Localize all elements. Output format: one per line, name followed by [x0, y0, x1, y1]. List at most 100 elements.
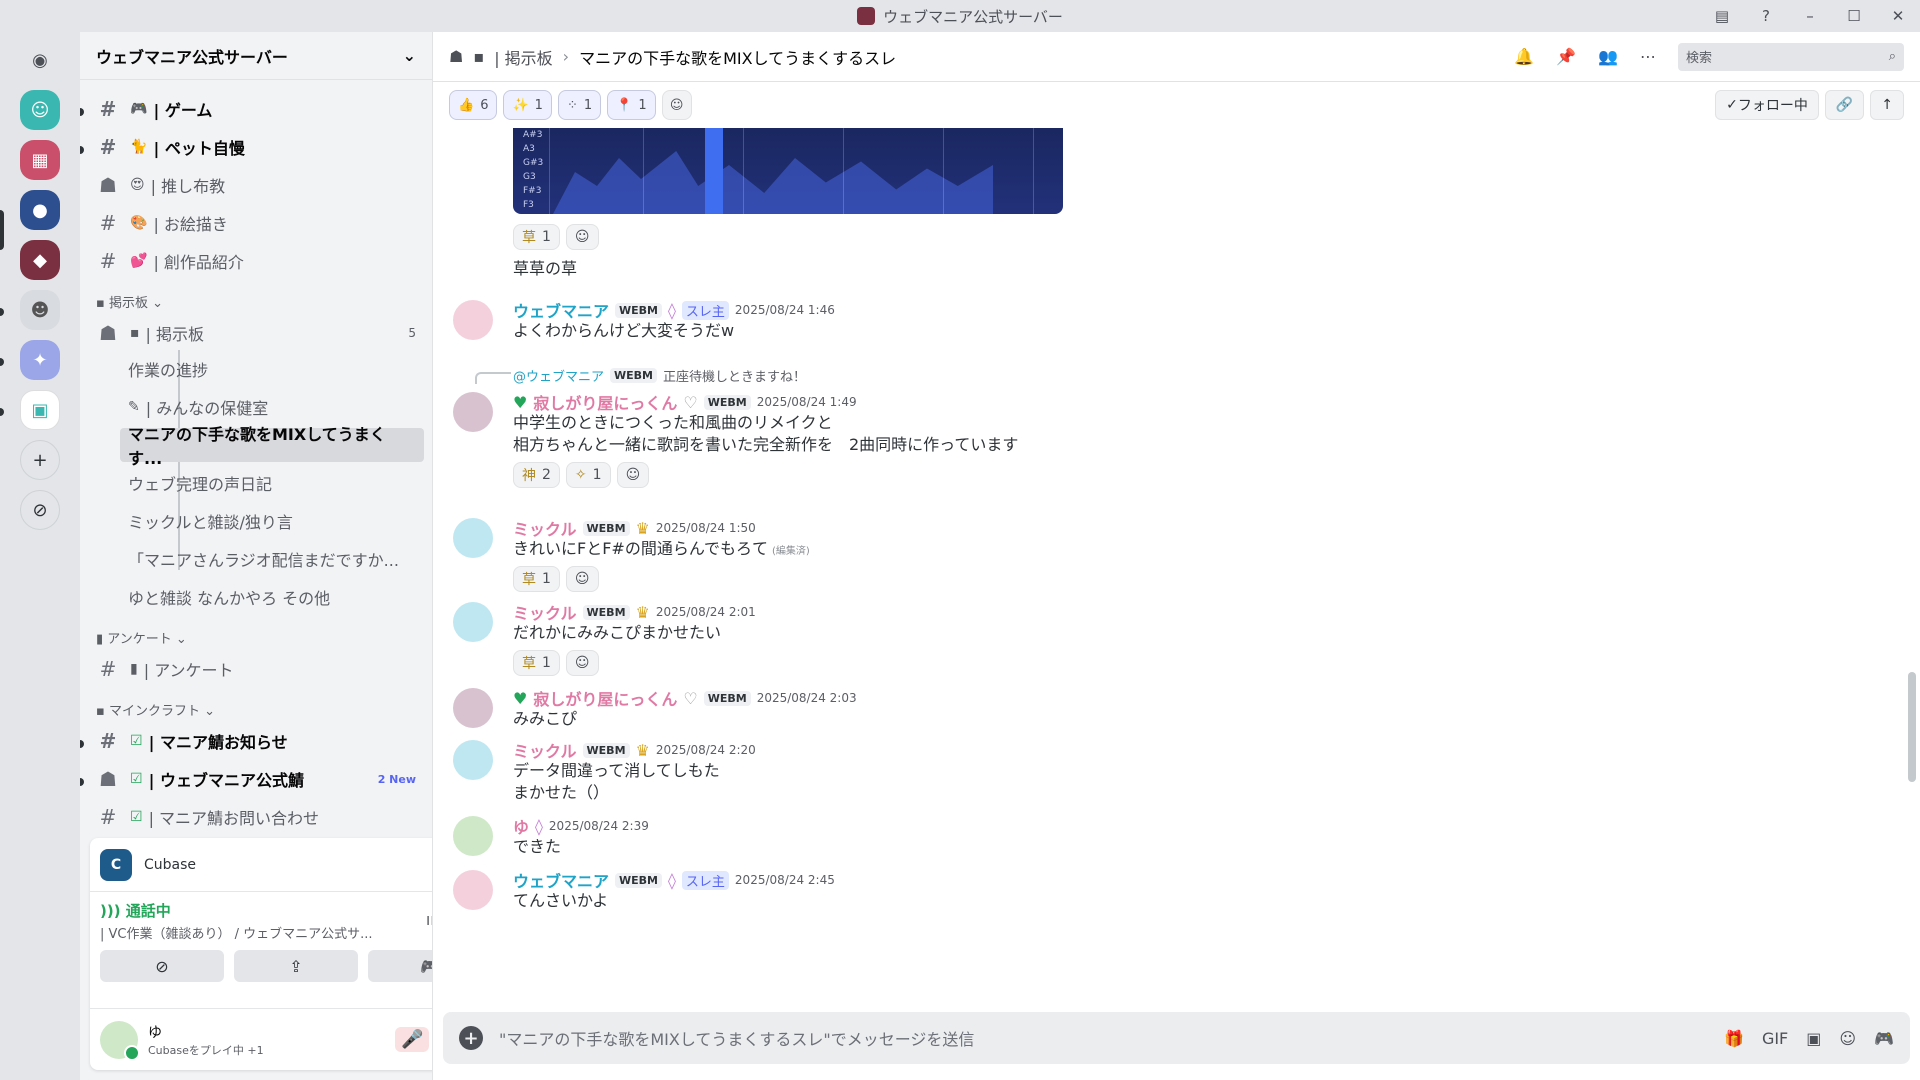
reaction-dice[interactable]: ⁘ 1	[557, 90, 602, 120]
author-name[interactable]: 寂しがり屋にっくん	[533, 390, 677, 414]
server-icon-5[interactable]: ☻	[20, 290, 60, 330]
gif-icon[interactable]: GIF	[1762, 1029, 1788, 1048]
add-reaction-icon[interactable]: ☺	[661, 90, 692, 120]
checkbox-icon: ☑	[130, 771, 143, 787]
avatar[interactable]	[100, 1020, 140, 1061]
channel-mc-official[interactable]: ☗ ☑ | ウェブマニア公式鯖 2 New	[88, 762, 424, 796]
add-reaction-icon[interactable]: ☺	[616, 462, 650, 488]
reaction-wand[interactable]: ✨ 1	[503, 90, 552, 120]
pin-icon: 📍	[616, 97, 633, 113]
server-icon-7[interactable]: ▣	[20, 390, 60, 430]
thread-item[interactable]: ゆと雑談 なんかやろ その他	[120, 580, 424, 614]
add-attachment-icon[interactable]: +	[459, 1026, 483, 1050]
category-survey[interactable]: ▮ アンケート ⌄	[96, 628, 187, 647]
message-composer[interactable]: + "マニアの下手な歌をMIXしてうまくするスレ"でメッセージを送信 🎁 GIF…	[443, 1012, 1910, 1064]
channel-survey[interactable]: # ▮ | アンケート	[88, 652, 424, 686]
author-name[interactable]: ウェブマニア	[513, 298, 609, 322]
avatar[interactable]	[453, 518, 493, 558]
channel-works[interactable]: # 💕 | 創作品紹介	[88, 244, 424, 278]
thread-item[interactable]: 作業の進捗	[120, 352, 424, 386]
server-icon-1[interactable]: ☺	[20, 90, 60, 130]
thread-item[interactable]: ウェブ完理の声日記	[120, 466, 424, 500]
scroll-up-icon[interactable]: ↑	[1870, 90, 1904, 120]
server-icon-webmania[interactable]: ◆	[20, 240, 60, 280]
channel-mc-news[interactable]: # ☑ | マニア鯖お知らせ	[88, 724, 424, 758]
avatar[interactable]	[453, 740, 493, 780]
emoji-icon[interactable]: ☺	[1839, 1029, 1856, 1048]
author-name[interactable]: ミックル	[513, 516, 577, 540]
timestamp: 2025/08/24 2:45	[734, 873, 835, 887]
discover-icon[interactable]: ⊘	[20, 490, 60, 530]
server-icon-2[interactable]: ▦	[20, 140, 60, 180]
add-reaction-icon[interactable]: ☺	[565, 566, 599, 592]
channel-game[interactable]: # 🎮 | ゲーム	[88, 92, 424, 126]
author-name[interactable]: ミックル	[513, 600, 577, 624]
reaction[interactable]: ✧ 1	[565, 462, 611, 488]
activities-icon[interactable]: 🎮	[1874, 1029, 1894, 1048]
discord-home-icon[interactable]: ◉	[20, 40, 60, 80]
avatar[interactable]	[453, 870, 493, 910]
reaction[interactable]: 神2	[513, 462, 560, 488]
category-minecraft[interactable]: ▪ マインクラフト ⌄	[96, 700, 215, 719]
gift-icon[interactable]: 🎁	[1724, 1029, 1744, 1048]
server-tag: WEBM	[582, 742, 630, 758]
reaction[interactable]: 草1	[513, 650, 560, 676]
thread-item-selected[interactable]: マニアの下手な歌をMIXしてうまくす...	[120, 425, 424, 468]
screen-share-button[interactable]: ⇪	[234, 950, 358, 982]
attached-image-pitch-chart[interactable]: A#3 A3 G#3 G3 F#3 F3	[513, 128, 1063, 214]
copy-link-icon[interactable]: 🔗	[1824, 90, 1865, 120]
add-server-icon[interactable]: +	[20, 440, 60, 480]
reaction[interactable]: 草1	[513, 566, 560, 592]
avatar[interactable]	[453, 392, 493, 432]
channel-mc-contact[interactable]: # ☑ | マニア鯖お問い合わせ	[88, 800, 424, 834]
thread-title: マニアの下手な歌をMIXしてうまくするスレ	[579, 48, 897, 68]
avatar[interactable]	[453, 300, 493, 340]
camera-off-button[interactable]: ⊘	[100, 950, 224, 982]
message-input[interactable]: "マニアの下手な歌をMIXしてうまくするスレ"でメッセージを送信	[499, 1026, 974, 1050]
reaction-pin[interactable]: 📍 1	[607, 90, 656, 120]
scrollbar[interactable]	[1908, 672, 1916, 782]
mute-icon[interactable]: 🎤	[395, 1027, 430, 1052]
reaction-thumbsup[interactable]: 👍 6	[449, 90, 498, 120]
avatar[interactable]	[453, 816, 493, 856]
channel-oshi[interactable]: ☗ 😍 | 推し布教	[88, 168, 424, 202]
maximize-button[interactable]: ☐	[1832, 7, 1876, 25]
author-name[interactable]: ミックル	[513, 738, 577, 762]
author-name[interactable]: 寂しがり屋にっくん	[533, 686, 677, 710]
breadcrumb-parent[interactable]: | 掲示板	[494, 45, 552, 69]
server-icon-3[interactable]: ●	[20, 190, 60, 230]
sticker-icon[interactable]: ▣	[1806, 1029, 1821, 1048]
server-icon-6[interactable]: ✦	[20, 340, 60, 380]
voice-channel-name[interactable]: | VC作業（雑談あり） / ウェブマニア公式サ...	[100, 923, 420, 942]
message-text: よくわからんけど大変そうだw	[513, 321, 735, 340]
search-input[interactable]: 検索 ⌕	[1678, 42, 1904, 71]
thread-item[interactable]: ミックルと雑談/独り言	[120, 504, 424, 538]
message-text: みみこぴ	[513, 709, 578, 728]
pin-icon[interactable]: 📌	[1556, 47, 1576, 66]
inbox-icon[interactable]: ▤	[1700, 7, 1744, 25]
server-header[interactable]: ウェブマニア公式サーバー ⌄	[80, 32, 432, 80]
heart-icon: ♥	[513, 688, 528, 708]
channel-drawing[interactable]: # 🎨 | お絵描き	[88, 206, 424, 240]
channel-pet[interactable]: # 🐈 | ペット自慢	[88, 130, 424, 164]
minimize-button[interactable]: –	[1788, 7, 1832, 25]
server-tag: WEBM	[703, 690, 751, 706]
follow-button[interactable]: ✓ フォロー中	[1715, 90, 1819, 120]
channel-board[interactable]: ☗ ▪ | 掲示板 5	[88, 316, 424, 350]
add-reaction-icon[interactable]: ☺	[565, 650, 599, 676]
close-button[interactable]: ✕	[1876, 7, 1920, 25]
reaction[interactable]: 草1	[513, 224, 560, 250]
avatar[interactable]	[453, 688, 493, 728]
more-icon[interactable]: ⋯	[1640, 47, 1656, 66]
thread-item[interactable]: ✎ | みんなの保健室	[120, 390, 424, 424]
author-name[interactable]: ゆ	[513, 814, 529, 838]
members-icon[interactable]: 👥	[1598, 47, 1618, 66]
bell-icon[interactable]: 🔔	[1514, 47, 1534, 66]
thread-item[interactable]: 「マニアさんラジオ配信まだですか...	[120, 542, 424, 576]
help-icon[interactable]: ?	[1744, 7, 1788, 25]
category-board[interactable]: ▪ 掲示板 ⌄	[96, 292, 163, 311]
add-reaction-icon[interactable]: ☺	[565, 224, 599, 250]
author-name[interactable]: ウェブマニア	[513, 868, 609, 892]
reply-preview[interactable]: @ウェブマニア WEBM 正座待機しときますね！	[513, 366, 806, 385]
avatar[interactable]	[453, 602, 493, 642]
